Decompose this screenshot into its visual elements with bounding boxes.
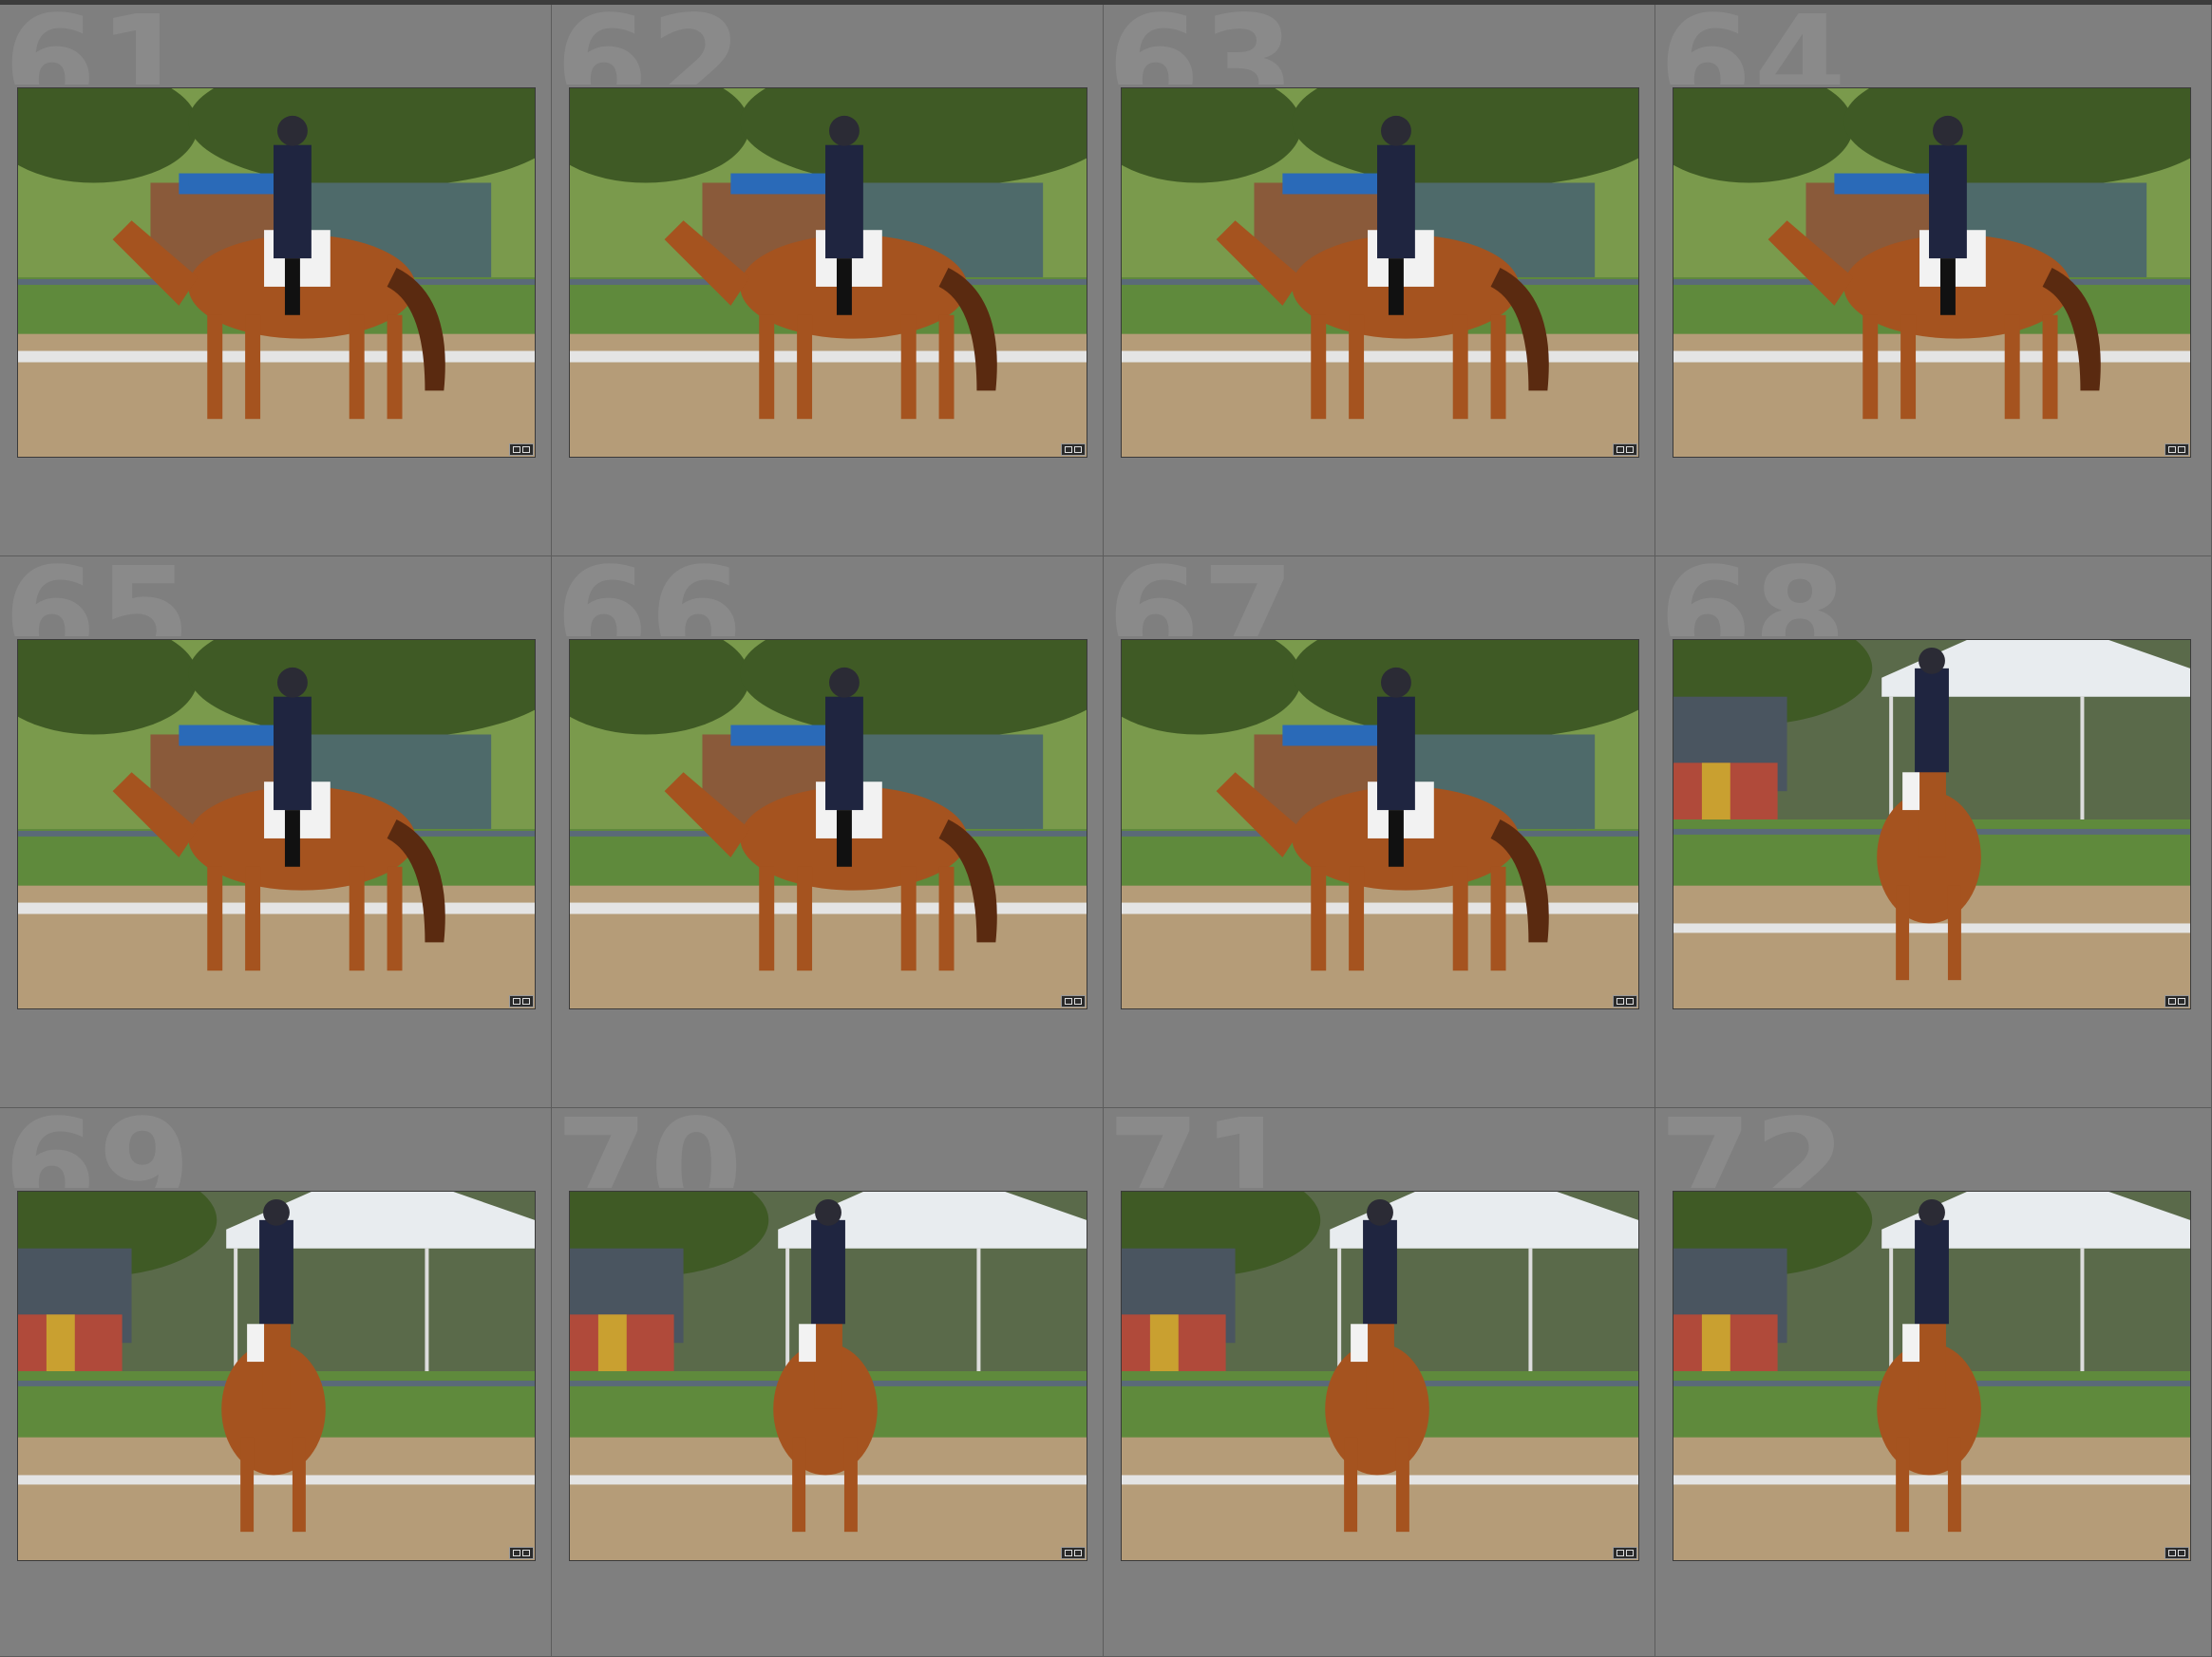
photo-thumbnail[interactable]	[569, 639, 1087, 1009]
edit-badge-icon[interactable]	[1061, 1547, 1086, 1559]
photo-thumbnail[interactable]	[569, 1191, 1087, 1561]
cell-index-number: 63	[1107, 5, 1296, 85]
cell-index-number: 70	[556, 1108, 745, 1188]
photo-thumbnail[interactable]	[17, 1191, 536, 1561]
cell-index-number: 69	[4, 1108, 193, 1188]
edit-badge-icon[interactable]	[2165, 443, 2189, 456]
edit-badge-icon[interactable]	[509, 443, 534, 456]
photo-thumbnail[interactable]	[569, 87, 1087, 458]
edit-badge-icon[interactable]	[1061, 995, 1086, 1007]
thumbnail-cell[interactable]: 71	[1104, 1108, 1655, 1657]
photo-thumbnail[interactable]	[1121, 1191, 1639, 1561]
edit-badge-icon[interactable]	[2165, 995, 2189, 1007]
thumbnail-cell[interactable]: 61	[0, 5, 552, 556]
thumbnail-cell[interactable]: 68	[1655, 556, 2212, 1108]
photo-thumbnail[interactable]	[1673, 87, 2191, 458]
thumbnail-cell[interactable]: 64	[1655, 5, 2212, 556]
cell-index-number: 61	[4, 5, 193, 85]
edit-badge-icon[interactable]	[1613, 1547, 1637, 1559]
photo-thumbnail[interactable]	[17, 87, 536, 458]
edit-badge-icon[interactable]	[1613, 443, 1637, 456]
photo-thumbnail[interactable]	[1121, 87, 1639, 458]
photo-thumbnail[interactable]	[17, 639, 536, 1009]
cell-index-number: 72	[1659, 1108, 1848, 1188]
photo-thumbnail[interactable]	[1673, 1191, 2191, 1561]
cell-index-number: 62	[556, 5, 745, 85]
thumbnail-cell[interactable]: 72	[1655, 1108, 2212, 1657]
thumbnail-cell[interactable]: 65	[0, 556, 552, 1108]
thumbnail-cell[interactable]: 69	[0, 1108, 552, 1657]
edit-badge-icon[interactable]	[2165, 1547, 2189, 1559]
photo-thumbnail[interactable]	[1673, 639, 2191, 1009]
cell-index-number: 65	[4, 556, 193, 636]
thumbnail-cell[interactable]: 67	[1104, 556, 1655, 1108]
thumbnail-grid: 61 62 63 64 65 66 67 68 69 70 71 72	[0, 0, 2212, 1657]
cell-index-number: 71	[1107, 1108, 1296, 1188]
thumbnail-cell[interactable]: 70	[552, 1108, 1104, 1657]
edit-badge-icon[interactable]	[509, 995, 534, 1007]
edit-badge-icon[interactable]	[1613, 995, 1637, 1007]
thumbnail-cell[interactable]: 63	[1104, 5, 1655, 556]
edit-badge-icon[interactable]	[509, 1547, 534, 1559]
cell-index-number: 66	[556, 556, 745, 636]
cell-index-number: 64	[1659, 5, 1848, 85]
edit-badge-icon[interactable]	[1061, 443, 1086, 456]
cell-index-number: 67	[1107, 556, 1296, 636]
photo-thumbnail[interactable]	[1121, 639, 1639, 1009]
thumbnail-cell[interactable]: 66	[552, 556, 1104, 1108]
cell-index-number: 68	[1659, 556, 1848, 636]
thumbnail-cell[interactable]: 62	[552, 5, 1104, 556]
